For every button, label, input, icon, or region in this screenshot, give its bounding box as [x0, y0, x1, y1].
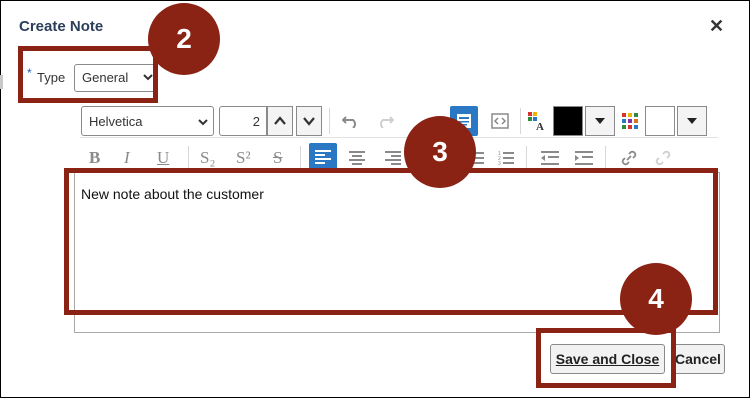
- strikethrough-button[interactable]: S: [273, 148, 282, 168]
- background-color-icon-button[interactable]: [617, 108, 643, 134]
- unlink-icon: [655, 150, 671, 166]
- svg-text:A: A: [536, 121, 544, 131]
- redo-icon: [380, 116, 394, 128]
- indent-icon: [575, 151, 593, 165]
- background-color-swatch[interactable]: [645, 106, 675, 136]
- italic-button[interactable]: I: [124, 148, 130, 168]
- subscript-button[interactable]: S₂: [200, 148, 215, 168]
- toolbar-separator: [329, 108, 330, 134]
- outdent-icon: [541, 151, 559, 165]
- toolbar-separator: [605, 146, 606, 168]
- dialog-title: Create Note: [19, 18, 104, 35]
- bold-button[interactable]: B: [89, 148, 100, 168]
- callout-badge-2: 2: [148, 3, 220, 75]
- callout-badge-4: 4: [620, 263, 692, 335]
- underline-button[interactable]: U: [157, 148, 169, 168]
- text-color-dropdown-button[interactable]: [585, 106, 615, 136]
- font-size-increase-button[interactable]: [267, 106, 293, 136]
- font-size-input[interactable]: 2: [219, 106, 267, 136]
- toolbar-separator: [300, 146, 301, 168]
- background-color-icon: [622, 113, 638, 129]
- font-family-select[interactable]: Helvetica: [81, 106, 214, 136]
- caret-down-icon: [687, 118, 697, 124]
- text-color-icon: A: [528, 112, 544, 131]
- align-right-icon: [385, 151, 401, 165]
- chevron-down-icon: [303, 117, 315, 126]
- toolbar-separator: [520, 108, 521, 134]
- caret-down-icon: [595, 118, 605, 124]
- toolbar-divider: [80, 137, 718, 138]
- background-edge: [0, 75, 3, 89]
- align-center-icon: [349, 151, 365, 165]
- undo-button[interactable]: [338, 108, 364, 134]
- undo-icon: [342, 116, 356, 128]
- callout-highlight-save: [536, 328, 676, 388]
- link-icon: [621, 150, 637, 166]
- font-family-value: Helvetica: [89, 114, 143, 129]
- callout-badge-3: 3: [404, 116, 476, 188]
- text-color-swatch[interactable]: [553, 106, 583, 136]
- source-mode-button[interactable]: [487, 108, 513, 134]
- text-color-icon-button[interactable]: A: [524, 108, 550, 134]
- numbered-list-icon: 123: [498, 151, 514, 166]
- align-left-icon: [315, 150, 331, 164]
- svg-text:3: 3: [498, 161, 501, 166]
- callout-highlight-type: [18, 46, 158, 103]
- close-icon[interactable]: ✕: [709, 16, 724, 36]
- background-color-dropdown-button[interactable]: [677, 106, 707, 136]
- toolbar-separator: [188, 146, 189, 168]
- cancel-label: Cancel: [675, 351, 721, 367]
- superscript-button[interactable]: S²: [236, 148, 251, 168]
- font-size-decrease-button[interactable]: [296, 106, 322, 136]
- align-left-button[interactable]: [309, 143, 337, 171]
- toolbar-separator: [526, 146, 527, 168]
- cancel-button[interactable]: Cancel: [671, 344, 725, 374]
- source-code-icon: [491, 113, 509, 129]
- chevron-up-icon: [274, 116, 286, 125]
- redo-button[interactable]: [372, 108, 398, 134]
- chevron-down-icon: [198, 119, 208, 126]
